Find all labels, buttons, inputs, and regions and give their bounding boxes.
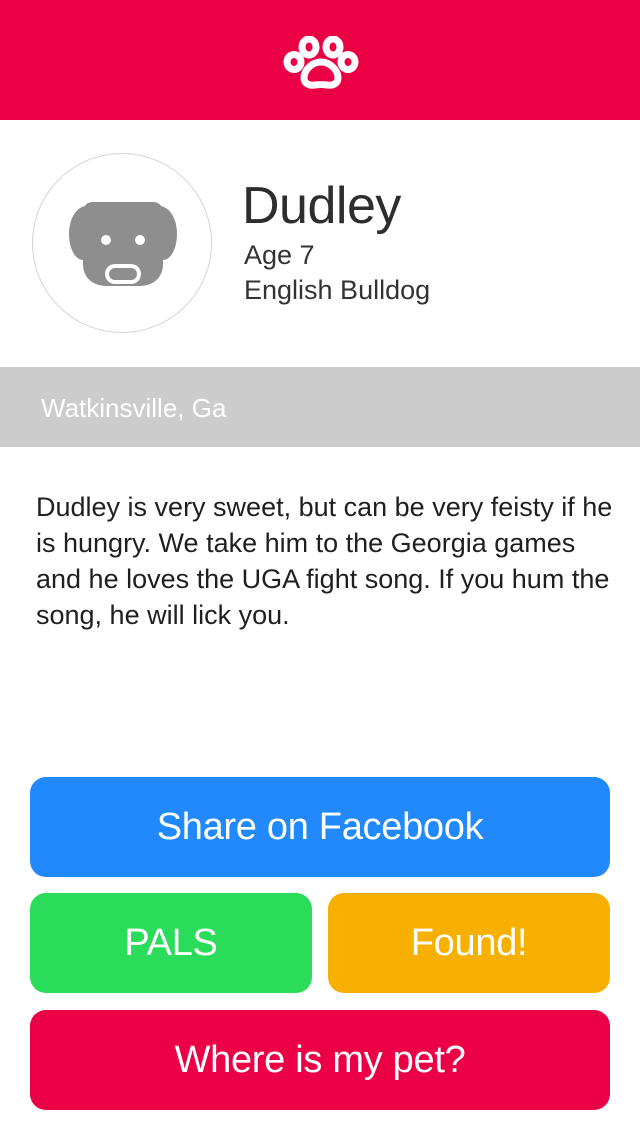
found-button[interactable]: Found! bbox=[328, 893, 610, 993]
pet-avatar bbox=[32, 153, 212, 333]
pals-button[interactable]: PALS bbox=[30, 893, 312, 993]
pet-age: Age 7 bbox=[244, 240, 315, 270]
dog-face-icon bbox=[69, 202, 177, 286]
pet-description: Dudley is very sweet, but can be very fe… bbox=[36, 492, 613, 630]
location-text: Watkinsville, Ga bbox=[41, 393, 227, 423]
pet-name: Dudley bbox=[242, 177, 401, 235]
app-header bbox=[0, 0, 640, 120]
paw-icon[interactable] bbox=[283, 36, 359, 90]
where-is-my-pet-button[interactable]: Where is my pet? bbox=[30, 1010, 610, 1110]
pet-breed: English Bulldog bbox=[244, 275, 431, 305]
share-on-facebook-button[interactable]: Share on Facebook bbox=[30, 777, 610, 877]
